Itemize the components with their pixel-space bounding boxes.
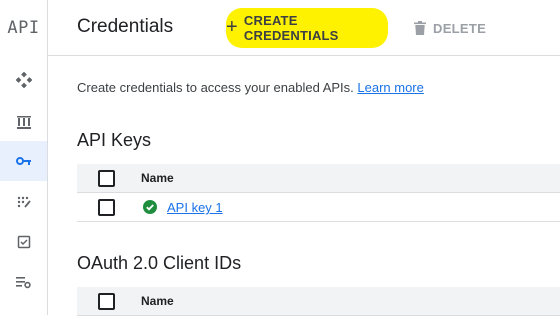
api-keys-heading: API Keys — [77, 130, 152, 150]
create-credentials-label: CREATE CREDENTIALS — [243, 13, 339, 43]
api-key-name-link[interactable]: API key 1 — [167, 200, 223, 215]
oauth-table-header: Name — [77, 287, 560, 316]
page-title: Credentials — [77, 16, 174, 37]
delete-button[interactable]: DELETE — [414, 16, 486, 40]
consent-screen-icon — [17, 196, 31, 208]
row-checkbox[interactable] — [98, 199, 115, 216]
trash-icon — [414, 21, 426, 35]
nav-library[interactable] — [0, 102, 47, 142]
learn-more-link[interactable]: Learn more — [357, 80, 423, 95]
dashboard-diamond-icon — [15, 72, 32, 88]
select-all-oauth-checkbox[interactable] — [98, 293, 115, 310]
domain-verification-icon — [17, 235, 30, 249]
intro-text: Create credentials to access your enable… — [77, 80, 424, 95]
table-row: API key 1 — [77, 193, 560, 222]
column-header-name[interactable]: Name — [141, 171, 174, 185]
intro-message: Create credentials to access your enable… — [77, 80, 354, 95]
nav-consent-screen[interactable] — [0, 182, 47, 222]
check-circle-icon — [143, 200, 157, 214]
nav-credentials[interactable] — [0, 141, 47, 181]
create-credentials-button[interactable]: + CREATE CREDENTIALS — [226, 8, 388, 48]
settings-list-icon — [16, 277, 31, 289]
library-icon — [16, 116, 31, 129]
nav-dashboard[interactable] — [0, 60, 47, 100]
nav-page-settings[interactable] — [0, 262, 47, 302]
column-header-name[interactable]: Name — [141, 294, 174, 308]
page-header: Credentials + CREATE CREDENTIALS DELETE — [48, 0, 560, 56]
oauth-client-ids-heading: OAuth 2.0 Client IDs — [77, 253, 242, 273]
select-all-api-keys-checkbox[interactable] — [98, 170, 115, 187]
key-icon — [15, 157, 31, 165]
nav-domain-verification[interactable] — [0, 222, 47, 262]
delete-label: DELETE — [433, 20, 487, 36]
api-logo: API — [7, 17, 40, 38]
api-keys-table-header: Name — [77, 164, 560, 193]
plus-icon: + — [226, 16, 238, 38]
side-nav-rail: API — [0, 0, 48, 315]
